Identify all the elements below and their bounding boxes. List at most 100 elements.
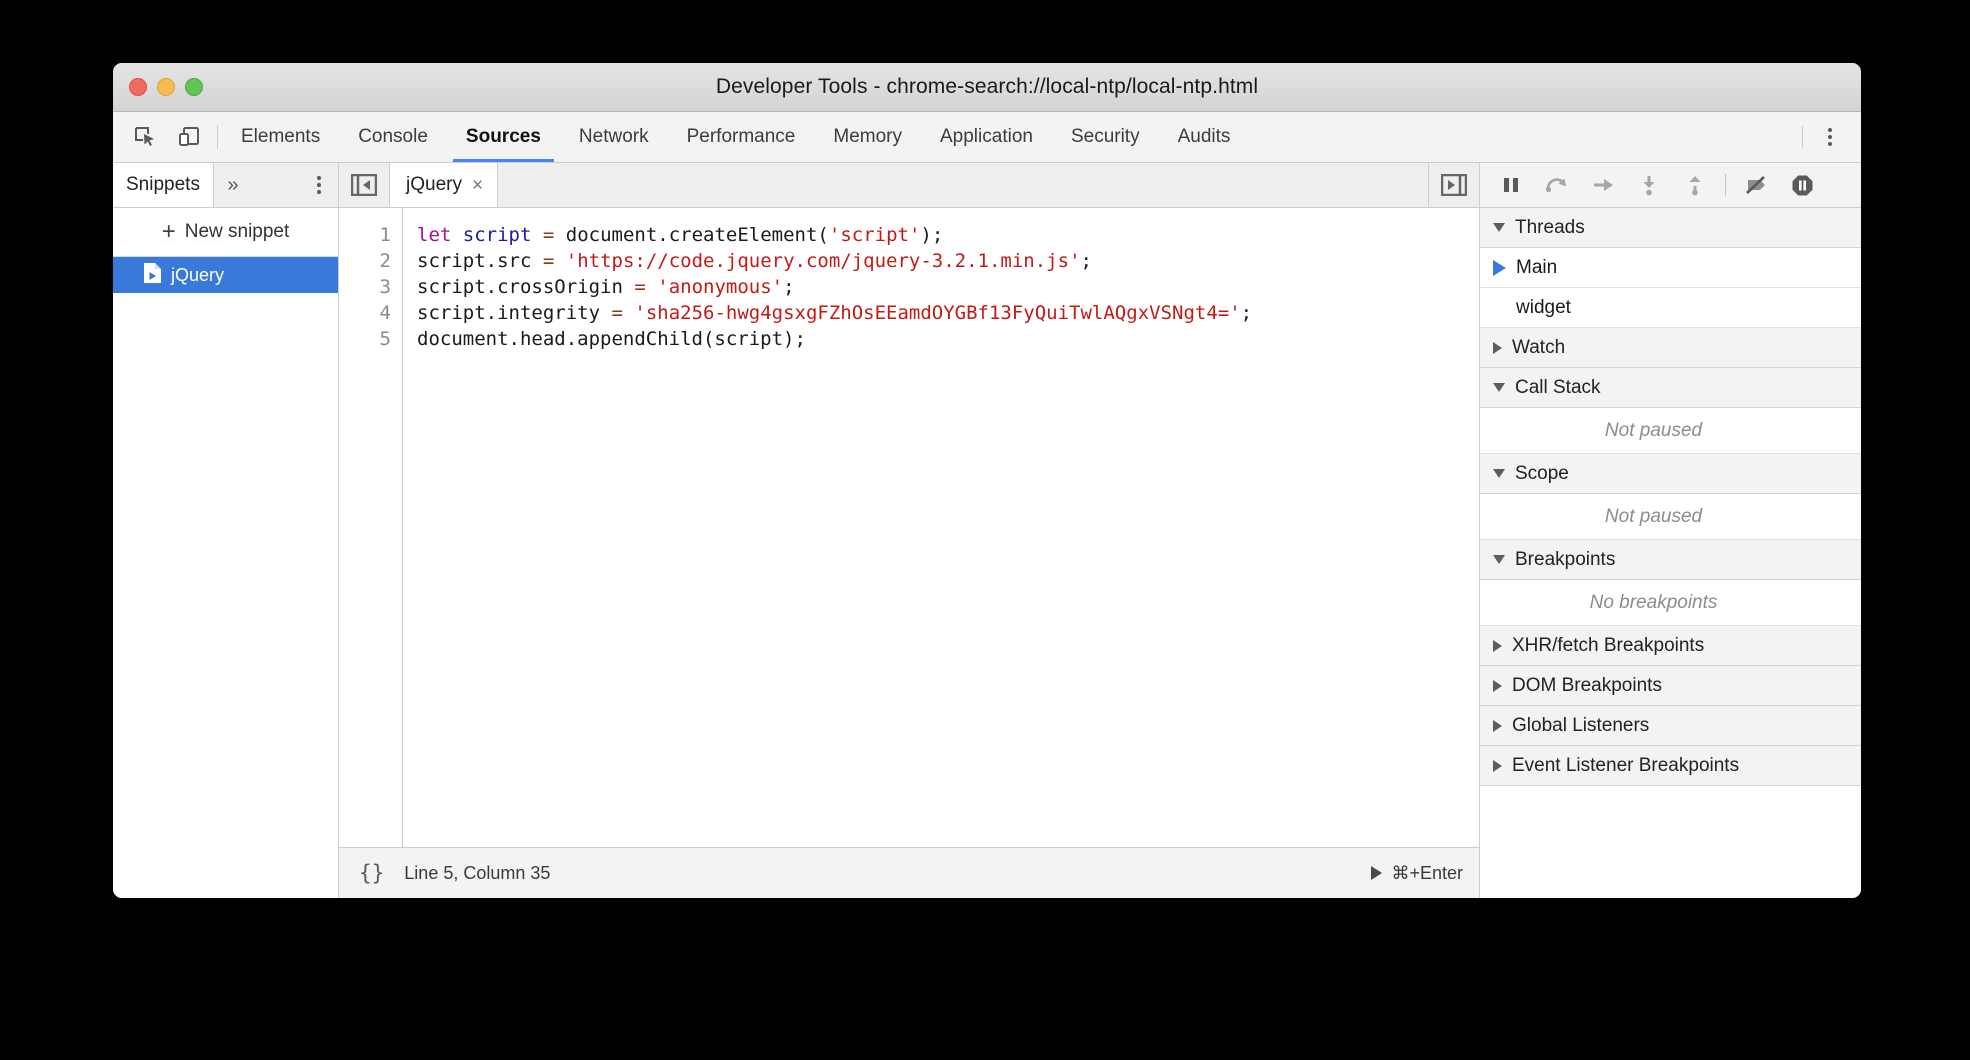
run-snippet-button[interactable]: ⌘+Enter <box>1371 863 1463 884</box>
section-title: DOM Breakpoints <box>1512 675 1662 697</box>
code-token <box>646 276 657 298</box>
thread-row-main[interactable]: Main <box>1480 248 1861 288</box>
step-over-icon[interactable] <box>1536 168 1578 202</box>
chevron-down-icon <box>1493 469 1505 478</box>
code-token: 'anonymous' <box>657 276 783 298</box>
section-header-global-listeners[interactable]: Global Listeners <box>1480 706 1861 746</box>
tab-audits[interactable]: Audits <box>1159 112 1250 162</box>
collapse-left-pane-icon[interactable] <box>339 163 390 207</box>
section-title: Global Listeners <box>1512 715 1649 737</box>
tab-console[interactable]: Console <box>339 112 447 162</box>
editor-tabbar: jQuery × <box>339 163 1479 208</box>
tab-label: Performance <box>687 126 796 148</box>
tab-application[interactable]: Application <box>921 112 1052 162</box>
tab-network[interactable]: Network <box>560 112 668 162</box>
navigator-pane: Snippets » + New snippet <box>113 163 339 898</box>
collapse-right-pane-icon[interactable] <box>1428 163 1479 207</box>
kebab-menu-icon[interactable] <box>1813 120 1847 154</box>
chevron-right-icon <box>1493 680 1502 692</box>
devtools-window: Developer Tools - chrome-search://local-… <box>113 63 1861 898</box>
thread-row-widget[interactable]: widget <box>1480 288 1861 328</box>
debugger-filler <box>1480 786 1861 898</box>
step-icon[interactable] <box>1582 168 1624 202</box>
navigator-more-tabs-icon[interactable]: » <box>214 163 252 207</box>
line-number: 2 <box>339 248 391 274</box>
pretty-print-icon[interactable]: {} <box>353 859 390 887</box>
code-token: = <box>543 224 554 246</box>
editor-pane: jQuery × 12345 let script = document.cre… <box>339 163 1480 898</box>
code-line: script.src = 'https://code.jquery.com/jq… <box>417 248 1479 274</box>
tab-elements[interactable]: Elements <box>222 112 339 162</box>
chevron-right-icon <box>1493 760 1502 772</box>
editor-tab-jquery[interactable]: jQuery × <box>390 162 498 207</box>
section-header-watch[interactable]: Watch <box>1480 328 1861 368</box>
close-icon[interactable]: × <box>472 176 483 195</box>
chevron-double-right-icon: » <box>227 174 238 197</box>
debugger-toolbar <box>1480 163 1861 208</box>
section-header-breakpoints[interactable]: Breakpoints <box>1480 540 1861 580</box>
navigator-kebab-menu-icon[interactable] <box>300 163 338 207</box>
code-token: ; <box>1241 302 1252 324</box>
snippet-file-icon <box>143 262 162 289</box>
traffic-lights <box>113 78 203 96</box>
pause-script-execution-icon[interactable] <box>1490 168 1532 202</box>
code-token: script <box>463 224 532 246</box>
code-token: script.crossOrigin <box>417 276 634 298</box>
section-header-scope[interactable]: Scope <box>1480 454 1861 494</box>
toolbar-right-divider <box>1802 126 1803 148</box>
current-thread-arrow-icon <box>1493 260 1506 276</box>
deactivate-breakpoints-icon[interactable] <box>1735 168 1777 202</box>
tab-performance[interactable]: Performance <box>668 112 815 162</box>
inspect-element-icon[interactable] <box>129 121 161 153</box>
editor-tab-label: jQuery <box>406 174 462 196</box>
code-token: document.head.appendChild(script); <box>417 328 806 350</box>
thread-label: Main <box>1516 257 1557 279</box>
tab-sources[interactable]: Sources <box>447 112 560 162</box>
code-line: script.integrity = 'sha256-hwg4gsxgFZhOs… <box>417 300 1479 326</box>
close-button[interactable] <box>129 78 147 96</box>
devtools-body: Snippets » + New snippet <box>113 163 1861 898</box>
plus-icon: + <box>162 220 176 244</box>
panel-tab-list: Elements Console Sources Network Perform… <box>222 112 1802 162</box>
breakpoints-empty-message: No breakpoints <box>1480 580 1861 626</box>
section-header-xhr-fetch-breakpoints[interactable]: XHR/fetch Breakpoints <box>1480 626 1861 666</box>
code-token <box>451 224 462 246</box>
chevron-down-icon <box>1493 383 1505 392</box>
tab-label: Memory <box>833 126 902 148</box>
section-header-event-listener-breakpoints[interactable]: Event Listener Breakpoints <box>1480 746 1861 786</box>
section-header-call-stack[interactable]: Call Stack <box>1480 368 1861 408</box>
snippet-item-jquery[interactable]: jQuery <box>113 257 338 293</box>
new-snippet-label: New snippet <box>185 221 290 243</box>
navigator-tab-label: Snippets <box>126 174 200 196</box>
line-number: 1 <box>339 222 391 248</box>
code-token: = <box>543 250 554 272</box>
section-header-dom-breakpoints[interactable]: DOM Breakpoints <box>1480 666 1861 706</box>
pause-on-exceptions-icon[interactable] <box>1781 168 1823 202</box>
code-token: let <box>417 224 451 246</box>
tab-label: Console <box>358 126 428 148</box>
chevron-down-icon <box>1493 555 1505 564</box>
device-toolbar-icon[interactable] <box>173 121 205 153</box>
navigator-tab-snippets[interactable]: Snippets <box>113 162 214 207</box>
code-line: document.head.appendChild(script); <box>417 326 1479 352</box>
section-header-threads[interactable]: Threads <box>1480 208 1861 248</box>
code-token: script.integrity <box>417 302 611 324</box>
new-snippet-button[interactable]: + New snippet <box>113 208 338 257</box>
main-toolbar: Elements Console Sources Network Perform… <box>113 112 1861 163</box>
call-stack-empty-message: Not paused <box>1480 408 1861 454</box>
step-out-icon[interactable] <box>1674 168 1716 202</box>
scope-empty-message: Not paused <box>1480 494 1861 540</box>
minimize-button[interactable] <box>157 78 175 96</box>
code-token: ; <box>783 276 794 298</box>
tab-security[interactable]: Security <box>1052 112 1159 162</box>
tab-memory[interactable]: Memory <box>814 112 921 162</box>
section-title: Event Listener Breakpoints <box>1512 755 1739 777</box>
code-content[interactable]: let script = document.createElement('scr… <box>403 208 1479 847</box>
maximize-button[interactable] <box>185 78 203 96</box>
step-into-icon[interactable] <box>1628 168 1670 202</box>
toolbar-right-group <box>1802 112 1861 162</box>
code-editor[interactable]: 12345 let script = document.createElemen… <box>339 208 1479 847</box>
chevron-right-icon <box>1493 720 1502 732</box>
section-title: Threads <box>1515 217 1585 239</box>
chevron-right-icon <box>1493 640 1502 652</box>
